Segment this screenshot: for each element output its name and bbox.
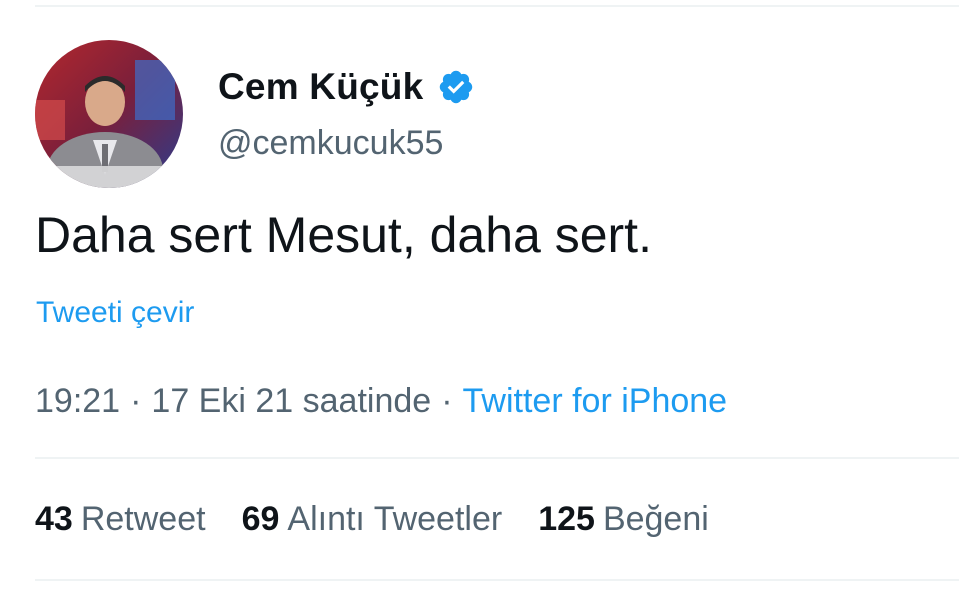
divider-middle	[35, 457, 959, 459]
quotes-stat[interactable]: 69 Alıntı Tweetler	[242, 500, 503, 539]
tweet-time[interactable]: 19:21 · 17 Eki 21 saatinde	[35, 382, 431, 420]
meta-separator: ·	[441, 382, 453, 420]
source-link[interactable]: Twitter for iPhone	[463, 382, 728, 420]
meta-separator: ·	[130, 382, 142, 420]
divider-bottom	[35, 579, 959, 581]
engagement-stats: 43 Retweet 69 Alıntı Tweetler 125 Beğeni	[35, 500, 745, 539]
tweet-text: Daha sert Mesut, daha sert.	[35, 207, 652, 263]
retweets-label: Retweet	[80, 500, 206, 538]
tweet-card: Cem Küçük @cemkucuk55 Daha sert Mesut, d…	[0, 0, 959, 590]
date-value: 17 Eki 21 saatinde	[151, 382, 432, 420]
quotes-label: Alıntı Tweetler	[287, 500, 503, 538]
translate-link[interactable]: Tweeti çevir	[36, 296, 194, 330]
user-name-row[interactable]: Cem Küçük	[218, 62, 475, 112]
display-name: Cem Küçük	[218, 66, 424, 107]
quotes-count: 69	[241, 500, 280, 538]
divider-top	[35, 5, 959, 7]
profile-photo-icon	[35, 40, 183, 188]
verified-badge-icon	[440, 70, 473, 104]
likes-count: 125	[538, 500, 595, 538]
user-handle[interactable]: @cemkucuk55	[218, 124, 443, 163]
time-value: 19:21	[35, 382, 121, 420]
likes-label: Beğeni	[602, 500, 709, 538]
avatar[interactable]	[35, 40, 183, 188]
retweets-count: 43	[35, 500, 73, 538]
tweet-metadata: 19:21 · 17 Eki 21 saatinde · Twitter for iPh…	[35, 382, 727, 421]
retweets-stat[interactable]: 43 Retweet	[35, 500, 206, 539]
likes-stat[interactable]: 125 Beğeni	[538, 500, 709, 539]
